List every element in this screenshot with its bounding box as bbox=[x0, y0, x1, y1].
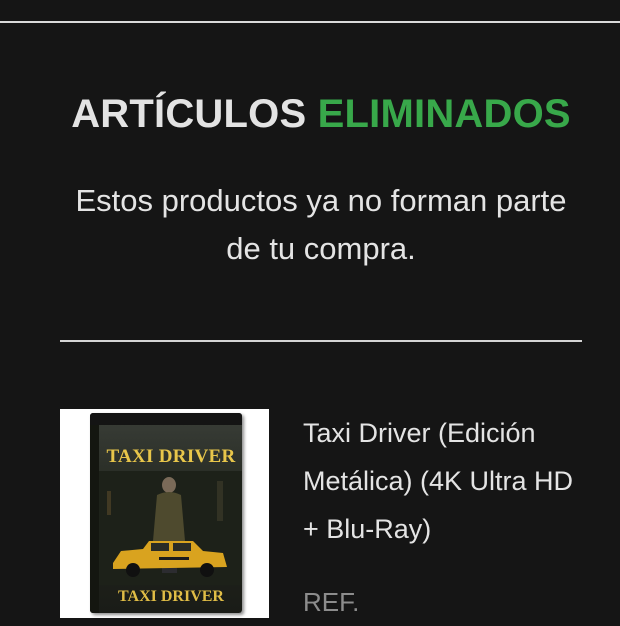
cover-top-band bbox=[90, 413, 242, 425]
product-ref-code: 0010350 bbox=[303, 619, 404, 626]
cover-art-image bbox=[99, 471, 242, 585]
steelbook-cover: TAXI DRIVER TAXI DRIVER bbox=[90, 413, 242, 613]
product-ref-label: REF. bbox=[303, 587, 360, 617]
section-title-part2: ELIMINADOS bbox=[317, 92, 571, 136]
top-divider bbox=[0, 21, 620, 23]
section-title: ARTÍCULOS ELIMINADOS bbox=[0, 92, 620, 137]
product-name-link[interactable]: Taxi Driver (Edición Metálica) (4K Ultra… bbox=[303, 409, 593, 553]
section-title-part1: ARTÍCULOS bbox=[71, 92, 307, 136]
product-thumbnail[interactable]: TAXI DRIVER TAXI DRIVER bbox=[60, 409, 269, 618]
cover-title-bottom: TAXI DRIVER bbox=[118, 588, 224, 605]
cover-spine bbox=[90, 425, 99, 613]
cover-title: TAXI DRIVER bbox=[106, 446, 236, 467]
section-subtitle: Estos productos ya no forman parte de tu… bbox=[75, 183, 567, 266]
removed-items-page: ARTÍCULOS ELIMINADOS Estos productos ya … bbox=[0, 0, 620, 626]
section-divider bbox=[60, 340, 582, 342]
